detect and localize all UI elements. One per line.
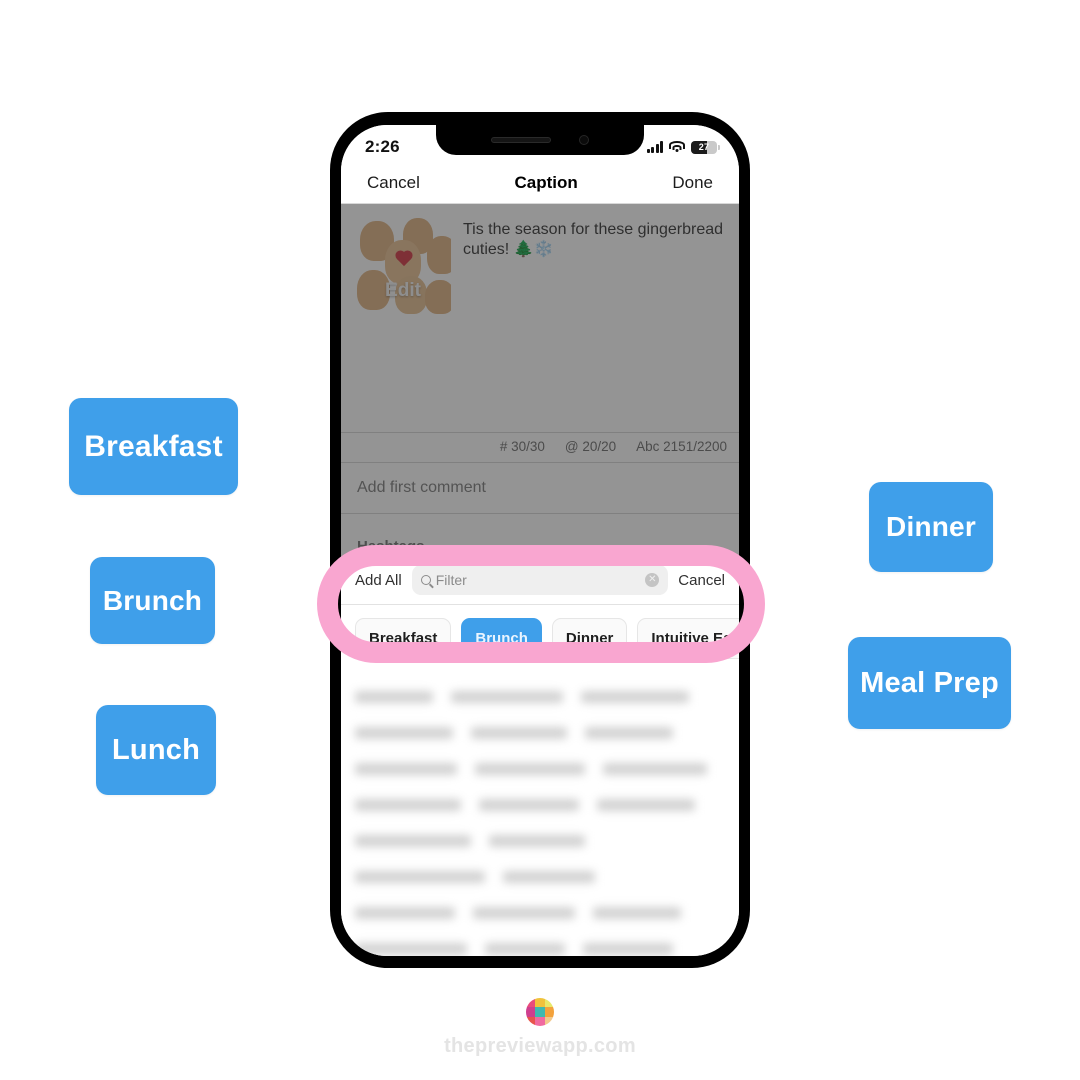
- page-title: Caption: [514, 173, 578, 192]
- callout-badge-label: Brunch: [102, 584, 203, 616]
- edit-thumbnail-label[interactable]: Edit: [355, 280, 451, 302]
- wifi-icon: [669, 141, 685, 153]
- done-button[interactable]: Done: [672, 173, 713, 193]
- poster-canvas: Breakfast Brunch Lunch Dinner Meal Prep …: [0, 0, 1080, 1080]
- list-item: [355, 715, 725, 751]
- cellular-signal-icon: [646, 141, 663, 153]
- add-all-button[interactable]: Add All: [355, 572, 402, 589]
- callout-badge-label: Breakfast: [84, 429, 223, 463]
- list-item: [355, 823, 725, 859]
- earpiece-speaker-icon: [491, 137, 551, 143]
- first-comment-input[interactable]: Add first comment: [341, 463, 739, 514]
- list-item: [355, 931, 725, 956]
- chip-dinner[interactable]: Dinner: [551, 618, 628, 659]
- callout-badge-lunch: Lunch: [96, 705, 216, 795]
- callout-badge-dinner: Dinner: [869, 482, 993, 572]
- search-placeholder: Filter: [435, 572, 467, 588]
- sheet-cancel-button[interactable]: Cancel: [678, 572, 725, 589]
- post-thumbnail[interactable]: Edit: [355, 218, 451, 314]
- preview-app-logo-icon: [526, 998, 554, 1026]
- status-bar-indicators: 27: [646, 140, 720, 154]
- caption-row: Edit Tis the season for these gingerbrea…: [341, 204, 739, 314]
- footer-website-label: thepreviewapp.com: [444, 1035, 636, 1057]
- list-item: [355, 787, 725, 823]
- front-camera-icon: [579, 135, 589, 145]
- caption-text[interactable]: Tis the season for these gingerbread cut…: [463, 218, 723, 314]
- caption-stats: # 30/30 @ 20/20 Abc 2151/2200: [341, 432, 739, 463]
- phone-screen: 2:26 27 Cancel Caption Done Edit Tis the…: [341, 125, 739, 956]
- phone-notch: [436, 125, 644, 155]
- footer: thepreviewapp.com: [0, 998, 1080, 1058]
- callout-badge-meal-prep: Meal Prep: [848, 637, 1011, 729]
- chip-intuitive-eating[interactable]: Intuitive Eating: [637, 618, 739, 659]
- chip-breakfast[interactable]: Breakfast: [355, 618, 452, 659]
- battery-icon: 27: [691, 140, 720, 154]
- callout-badge-label: Lunch: [112, 733, 200, 766]
- phone-mockup: 2:26 27 Cancel Caption Done Edit Tis the…: [330, 112, 750, 968]
- nav-bar: Cancel Caption Done: [341, 169, 739, 204]
- caption-editor: Edit Tis the season for these gingerbrea…: [341, 204, 739, 561]
- hashtag-picker-sheet: Add All Filter ✕ Cancel Breakfast Brunch…: [341, 555, 739, 956]
- sheet-header: Add All Filter ✕ Cancel: [341, 555, 739, 605]
- callout-badge-breakfast: Breakfast: [69, 398, 238, 495]
- chip-brunch[interactable]: Brunch: [461, 618, 542, 659]
- callout-badge-label: Meal Prep: [860, 666, 999, 699]
- hashtags-section-label: Hashtags: [357, 538, 425, 555]
- character-count: Abc 2151/2200: [636, 439, 727, 454]
- battery-percent-label: 27: [698, 142, 710, 152]
- hashtag-count: # 30/30: [499, 439, 545, 454]
- callout-badge-brunch: Brunch: [90, 557, 215, 644]
- search-input[interactable]: Filter ✕: [411, 565, 669, 595]
- list-item: [355, 859, 725, 895]
- cancel-button[interactable]: Cancel: [367, 173, 420, 193]
- clear-search-icon[interactable]: ✕: [645, 573, 660, 587]
- list-item: [355, 679, 725, 715]
- list-item: [355, 895, 725, 931]
- status-bar-time: 2:26: [365, 137, 400, 156]
- list-item: [355, 751, 725, 787]
- category-chip-row: Breakfast Brunch Dinner Intuitive Eating: [341, 605, 739, 673]
- hashtag-results-list[interactable]: [341, 673, 739, 956]
- mention-count: @ 20/20: [564, 439, 617, 454]
- callout-badge-label: Dinner: [886, 511, 976, 542]
- search-icon: [420, 575, 431, 585]
